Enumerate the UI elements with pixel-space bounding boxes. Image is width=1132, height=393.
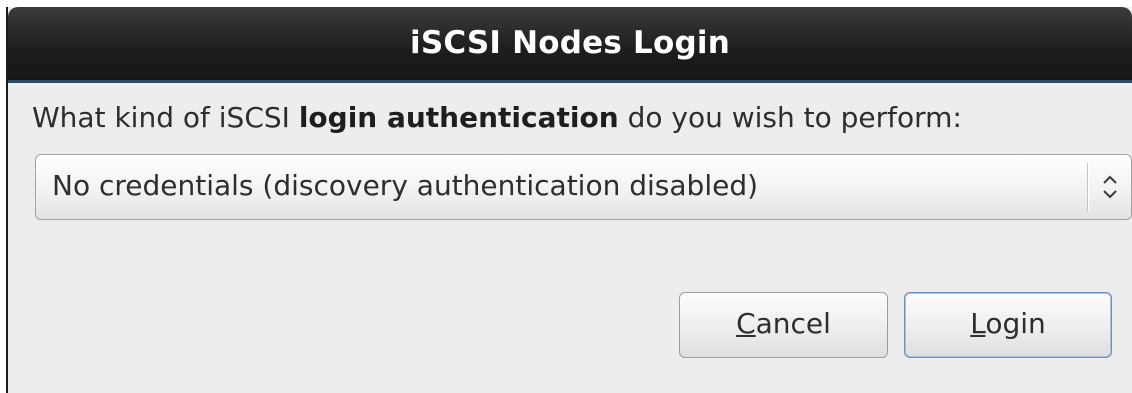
dialog-titlebar[interactable]: iSCSI Nodes Login: [8, 7, 1132, 83]
auth-type-select[interactable]: No credentials (discovery authentication…: [35, 154, 1132, 220]
prompt-text-bold: login authentication: [298, 101, 619, 134]
updown-chevrons-icon: [1103, 175, 1117, 199]
select-divider: [1087, 163, 1089, 211]
cancel-button[interactable]: Cancel: [679, 292, 888, 358]
auth-type-selected-value: No credentials (discovery authentication…: [52, 169, 759, 202]
iscsi-login-dialog: iSCSI Nodes Login What kind of iSCSI log…: [6, 7, 1132, 393]
login-mnemonic: L: [970, 307, 986, 340]
dialog-title: iSCSI Nodes Login: [410, 25, 730, 61]
login-label-rest: ogin: [985, 307, 1046, 340]
prompt-text-before: What kind of iSCSI: [32, 101, 299, 134]
cancel-label-rest: ancel: [755, 307, 831, 340]
cancel-mnemonic: C: [736, 307, 756, 340]
login-button[interactable]: Login: [904, 292, 1112, 358]
auth-prompt-label: What kind of iSCSI login authentication …: [32, 101, 962, 134]
prompt-text-after: do you wish to perform:: [618, 101, 962, 134]
